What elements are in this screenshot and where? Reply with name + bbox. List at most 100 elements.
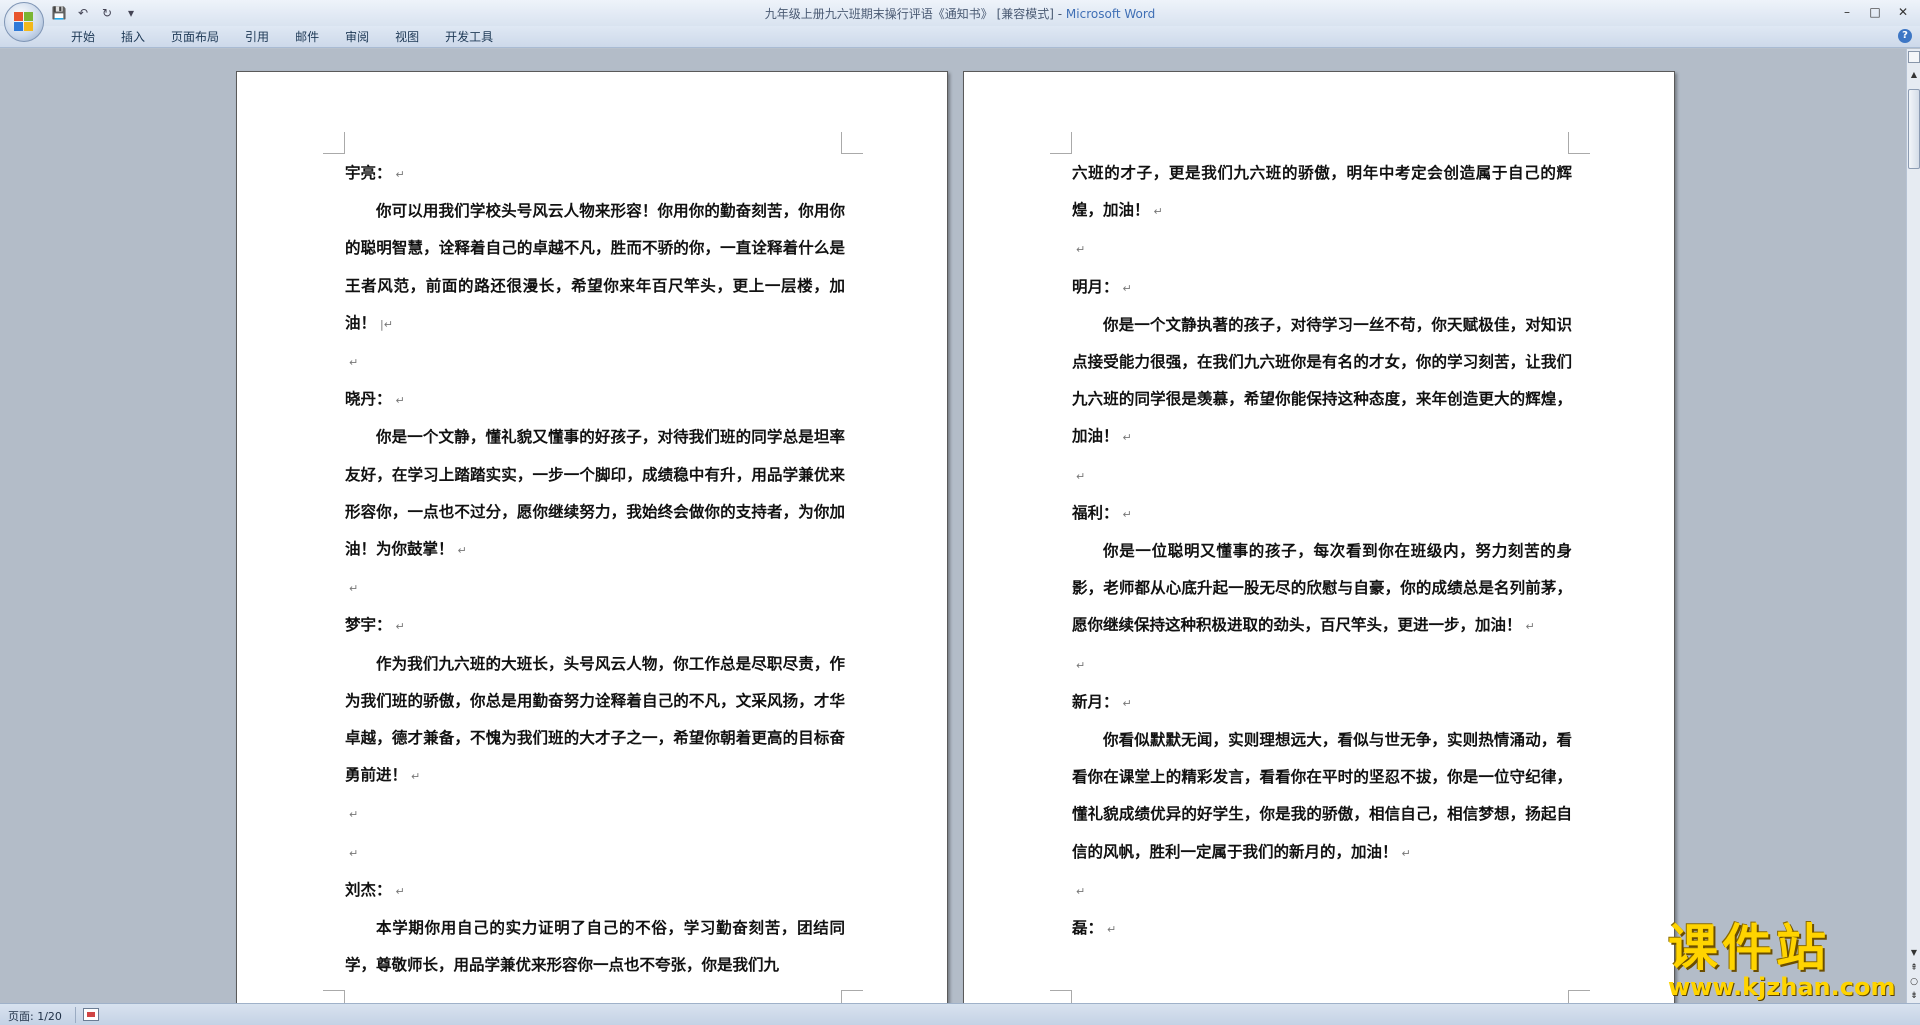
paragraph-text: 你可以用我们学校头号风云人物来形容！你用你的勤奋刻苦，你用你的聪明智慧，诠释着自…	[345, 202, 845, 332]
document-paragraph[interactable]: ↵	[1072, 457, 1572, 495]
margin-corner	[1568, 132, 1590, 154]
paragraph-mark-icon: ↵	[395, 884, 405, 898]
document-paragraph[interactable]: ↵	[345, 834, 845, 872]
ribbon-tab[interactable]: 邮件	[282, 29, 332, 45]
margin-corner	[1568, 990, 1590, 1003]
ribbon-tab[interactable]: 视图	[382, 29, 432, 45]
document-paragraph[interactable]: 六班的才子，更是我们九六班的骄傲，明年中考定会创造属于自己的辉煌，加油！ ↵	[1072, 155, 1572, 230]
proofing-icon[interactable]	[83, 1008, 99, 1021]
document-paragraph[interactable]: 你是一位聪明又懂事的孩子，每次看到你在班级内，努力刻苦的身影，老师都从心底升起一…	[1072, 533, 1572, 646]
document-title: 九年级上册九六班期末操行评语《通知书》 [兼容模式] -	[764, 7, 1066, 21]
window-title: 九年级上册九六班期末操行评语《通知书》 [兼容模式] - Microsoft W…	[0, 5, 1920, 22]
ribbon-tabs: 开始 插入 页面布局 引用 邮件 审阅 视图 开发工具	[58, 29, 506, 45]
document-paragraph[interactable]: 磊： ↵	[1072, 910, 1572, 948]
margin-corner	[323, 990, 345, 1003]
status-divider	[75, 1007, 76, 1023]
paragraph-mark-icon: ↵	[1122, 431, 1132, 445]
document-paragraph[interactable]: 明月： ↵	[1072, 269, 1572, 307]
document-paragraph[interactable]: 宇亮： ↵	[345, 155, 845, 193]
margin-corner	[841, 990, 863, 1003]
watermark-chinese: 课件站	[1668, 919, 1830, 977]
document-paragraph[interactable]: 福利： ↵	[1072, 495, 1572, 533]
title-bar: 💾 ↶ ↻ ▾ 九年级上册九六班期末操行评语《通知书》 [兼容模式] - Mic…	[0, 0, 1920, 26]
document-paragraph[interactable]: ↵	[1072, 646, 1572, 684]
next-page-icon[interactable]: ⇟	[1908, 989, 1920, 1003]
scroll-thumb[interactable]	[1908, 89, 1920, 169]
help-icon[interactable]: ?	[1898, 29, 1912, 43]
document-paragraph[interactable]: ↵	[345, 343, 845, 381]
page-text[interactable]: 六班的才子，更是我们九六班的骄傲，明年中考定会创造属于自己的辉煌，加油！ ↵ ↵ 明月…	[1072, 155, 1572, 948]
paragraph-text: 刘杰：	[345, 880, 392, 899]
ribbon-tab[interactable]: 开发工具	[432, 29, 506, 45]
close-button[interactable]: ✕	[1890, 3, 1916, 21]
margin-corner	[323, 132, 345, 154]
paragraph-text: 福利：	[1072, 503, 1119, 522]
paragraph-mark-icon: |↵	[380, 317, 393, 331]
document-paragraph[interactable]: 新月： ↵	[1072, 684, 1572, 722]
paragraph-mark-icon: ↵	[411, 770, 421, 784]
status-bar: 页面: 1/20	[0, 1003, 1920, 1025]
document-page-1[interactable]: 宇亮： ↵ 你可以用我们学校头号风云人物来形容！你用你的勤奋刻苦，你用你的聪明智慧，…	[236, 71, 948, 1003]
paragraph-text: 六班的才子，更是我们九六班的骄傲，明年中考定会创造属于自己的辉煌，加油！	[1072, 164, 1572, 220]
document-page-2[interactable]: 六班的才子，更是我们九六班的骄傲，明年中考定会创造属于自己的辉煌，加油！ ↵ ↵ 明月…	[963, 71, 1675, 1003]
document-paragraph[interactable]: ↵	[345, 569, 845, 607]
vertical-scrollbar[interactable]: ▲ ▼ ⇞ ○ ⇟	[1906, 49, 1920, 1003]
document-paragraph[interactable]: ↵	[345, 795, 845, 833]
document-paragraph[interactable]: 你是一个文静执著的孩子，对待学习一丝不苟，你天赋极佳，对知识点接受能力很强，在我…	[1072, 307, 1572, 457]
office-button[interactable]	[4, 2, 44, 42]
margin-corner	[1050, 132, 1072, 154]
paragraph-mark-icon: ↵	[1122, 696, 1132, 710]
ribbon-tab[interactable]: 开始	[58, 29, 108, 45]
paragraph-mark-icon: ↵	[1076, 469, 1086, 483]
previous-page-icon[interactable]: ⇞	[1908, 961, 1920, 975]
paragraph-mark-icon: ↵	[1107, 923, 1117, 937]
site-watermark: 课件站 www.kjzhan.com	[1668, 922, 1908, 1002]
page-count-status[interactable]: 页面: 1/20	[8, 1008, 62, 1024]
paragraph-mark-icon: ↵	[1153, 205, 1163, 219]
paragraph-mark-icon: ↵	[1076, 884, 1086, 898]
document-paragraph[interactable]: 晓丹： ↵	[345, 381, 845, 419]
paragraph-mark-icon: ↵	[395, 620, 405, 634]
document-paragraph[interactable]: ↵	[1072, 872, 1572, 910]
document-paragraph[interactable]: 你可以用我们学校头号风云人物来形容！你用你的勤奋刻苦，你用你的聪明智慧，诠释着自…	[345, 193, 845, 343]
paragraph-text: 你是一个文静，懂礼貌又懂事的好孩子，对待我们班的同学总是坦率友好，在学习上踏踏实…	[345, 428, 845, 559]
minimize-button[interactable]: –	[1834, 3, 1860, 21]
margin-corner	[841, 132, 863, 154]
paragraph-mark-icon: ↵	[349, 808, 359, 822]
view-ruler-button[interactable]	[1908, 51, 1920, 63]
window-controls: – □ ✕	[1834, 3, 1916, 21]
scroll-down-icon[interactable]: ▼	[1908, 947, 1920, 959]
document-paragraph[interactable]: 本学期你用自己的实力证明了自己的不俗，学习勤奋刻苦，团结同学，尊敬师长，用品学兼…	[345, 910, 845, 985]
margin-corner	[1050, 990, 1072, 1003]
ribbon-tab[interactable]: 审阅	[332, 29, 382, 45]
ribbon-tab[interactable]: 插入	[108, 29, 158, 45]
select-browse-object-icon[interactable]: ○	[1908, 975, 1920, 989]
paragraph-text: 你看似默默无闻，实则理想远大，看似与世无争，实则热情涌动，看看你在课堂上的精彩发…	[1072, 731, 1572, 861]
office-logo-icon	[14, 12, 34, 32]
document-paragraph[interactable]: 梦宇： ↵	[345, 607, 845, 645]
document-paragraph[interactable]: 你看似默默无闻，实则理想远大，看似与世无争，实则热情涌动，看看你在课堂上的精彩发…	[1072, 722, 1572, 872]
paragraph-mark-icon: ↵	[349, 846, 359, 860]
paragraph-text: 你是一个文静执著的孩子，对待学习一丝不苟，你天赋极佳，对知识点接受能力很强，在我…	[1072, 315, 1572, 446]
ribbon-tab[interactable]: 引用	[232, 29, 282, 45]
paragraph-mark-icon: ↵	[457, 544, 467, 558]
ribbon-tab[interactable]: 页面布局	[158, 29, 232, 45]
maximize-button[interactable]: □	[1862, 3, 1888, 21]
app-name: Microsoft Word	[1065, 7, 1156, 21]
paragraph-mark-icon: ↵	[1122, 281, 1132, 295]
document-paragraph[interactable]: 作为我们九六班的大班长，头号风云人物，你工作总是尽职尽责，作为我们班的骄傲，你总…	[345, 646, 845, 796]
paragraph-mark-icon: ↵	[395, 394, 405, 408]
paragraph-mark-icon: ↵	[349, 582, 359, 596]
paragraph-mark-icon: ↵	[349, 356, 359, 370]
paragraph-text: 梦宇：	[345, 616, 392, 635]
document-paragraph[interactable]: 刘杰： ↵	[345, 872, 845, 910]
ribbon-tab-bar: 开始 插入 页面布局 引用 邮件 审阅 视图 开发工具 ?	[0, 26, 1920, 48]
document-workspace[interactable]: 宇亮： ↵ 你可以用我们学校头号风云人物来形容！你用你的勤奋刻苦，你用你的聪明智慧，…	[0, 49, 1906, 1003]
scroll-up-icon[interactable]: ▲	[1908, 69, 1920, 81]
paragraph-mark-icon: ↵	[1401, 846, 1411, 860]
document-paragraph[interactable]: 你是一个文静，懂礼貌又懂事的好孩子，对待我们班的同学总是坦率友好，在学习上踏踏实…	[345, 419, 845, 569]
page-text[interactable]: 宇亮： ↵ 你可以用我们学校头号风云人物来形容！你用你的勤奋刻苦，你用你的聪明智慧，…	[345, 155, 845, 985]
paragraph-text: 晓丹：	[345, 390, 392, 409]
document-paragraph[interactable]: ↵	[1072, 230, 1572, 268]
paragraph-mark-icon: ↵	[1122, 507, 1132, 521]
